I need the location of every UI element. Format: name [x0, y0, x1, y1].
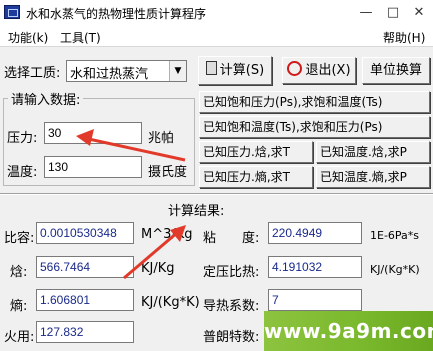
arrow-line [83, 136, 186, 162]
watermark-banner: www.9a9m.com [264, 311, 433, 351]
arrow-head [76, 129, 94, 146]
arrow-line [123, 230, 179, 280]
arrow-to-results [123, 225, 186, 280]
arrow-to-pressure-input [76, 129, 186, 162]
annotation-arrows [76, 129, 186, 280]
arrow-head [170, 225, 186, 242]
